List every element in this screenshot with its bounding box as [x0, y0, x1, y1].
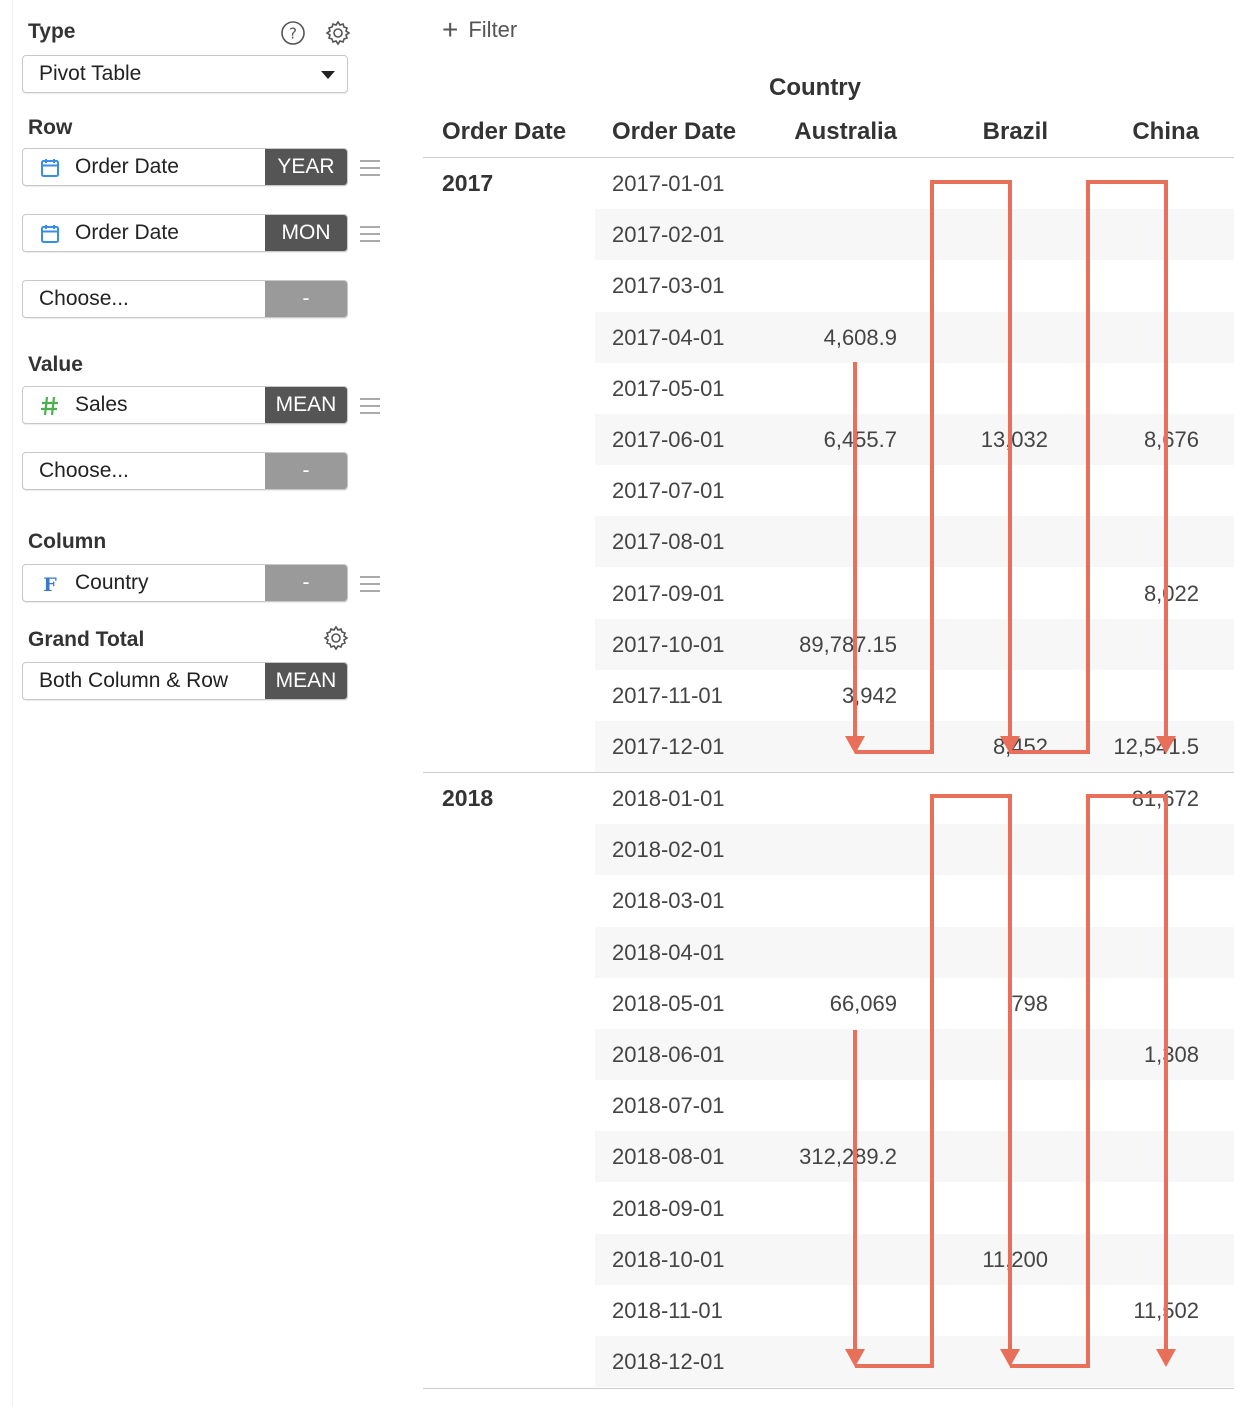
arrow-head — [1156, 736, 1176, 754]
arrow-head — [1156, 1349, 1176, 1367]
arrow-path-2017 — [855, 180, 1012, 754]
flow-arrows — [845, 180, 1176, 1368]
arrow-path-2018 — [855, 794, 1012, 1368]
arrow-path-2017 — [1010, 180, 1168, 754]
arrow-path-2018 — [1010, 794, 1168, 1368]
